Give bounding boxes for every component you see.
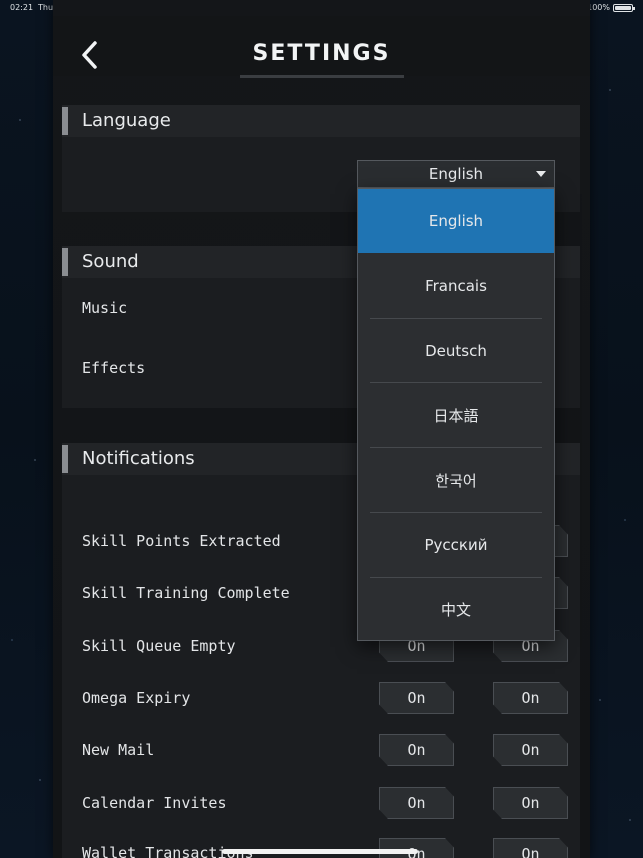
calendar-invites-toggle-2[interactable]: On	[493, 787, 568, 819]
caret-down-icon	[536, 171, 546, 177]
new-mail-toggle-1[interactable]: On	[379, 734, 454, 766]
skill-queue-empty-label: Skill Queue Empty	[82, 637, 236, 655]
home-indicator[interactable]	[222, 849, 418, 854]
section-accent	[62, 107, 68, 135]
omega-expiry-toggle-2[interactable]: On	[493, 682, 568, 714]
language-option-english[interactable]: English	[358, 189, 554, 253]
music-label: Music	[82, 299, 128, 317]
language-option-deutsch[interactable]: Deutsch	[358, 319, 554, 383]
language-section-title: Language	[82, 110, 171, 131]
effects-label: Effects	[82, 359, 146, 377]
language-option-russian[interactable]: Русский	[358, 513, 554, 577]
status-time: 02:21	[10, 3, 34, 12]
language-option-korean[interactable]: 한국어	[358, 448, 554, 512]
language-option-japanese[interactable]: 日本語	[358, 383, 554, 447]
omega-expiry-label: Omega Expiry	[82, 689, 191, 707]
language-option-francais[interactable]: Francais	[358, 254, 554, 318]
notifications-section-title: Notifications	[82, 448, 195, 469]
new-mail-toggle-2[interactable]: On	[493, 734, 568, 766]
sound-section-title: Sound	[82, 251, 139, 272]
wallet-transactions-toggle-2[interactable]: On	[493, 838, 568, 858]
calendar-invites-label: Calendar Invites	[82, 794, 227, 812]
battery-percent: 100%	[587, 3, 610, 12]
header-divider	[240, 75, 404, 78]
page-title: SETTINGS	[252, 41, 391, 66]
language-section-header: Language	[62, 105, 580, 137]
battery-icon	[613, 3, 635, 12]
skill-points-extracted-label: Skill Points Extracted	[82, 532, 281, 550]
wallet-transactions-toggle-1[interactable]: On	[379, 838, 454, 858]
new-mail-label: New Mail	[82, 741, 155, 759]
language-select-value: English	[428, 165, 484, 183]
omega-expiry-toggle-1[interactable]: On	[379, 682, 454, 714]
section-accent	[62, 445, 68, 473]
section-accent	[62, 248, 68, 276]
language-option-chinese[interactable]: 中文	[358, 577, 554, 641]
screen: 02:21 Thu Oct 1 100% SETTINGS Language	[0, 0, 643, 858]
skill-training-complete-label: Skill Training Complete	[82, 584, 290, 602]
calendar-invites-toggle-1[interactable]: On	[379, 787, 454, 819]
language-select[interactable]: English	[357, 160, 555, 188]
language-dropdown: English Francais Deutsch 日本語 한국어 Русский…	[357, 188, 555, 641]
